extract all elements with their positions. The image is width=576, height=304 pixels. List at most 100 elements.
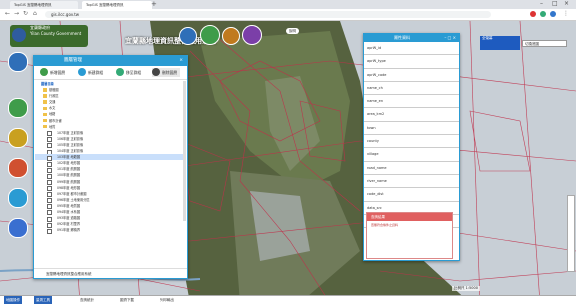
folder-icon	[43, 100, 47, 104]
delete-layer-button[interactable]: 刪除圖層	[152, 68, 181, 77]
attribute-row: road_name	[364, 162, 459, 175]
draw-button[interactable]	[8, 158, 28, 178]
tree-group-label: 行政區	[49, 94, 59, 99]
close-icon[interactable]: ×	[179, 56, 183, 66]
tree-group-label: 地質	[49, 124, 56, 129]
new-group-button[interactable]: 新建群組	[78, 68, 103, 77]
delete-icon	[152, 68, 160, 76]
result-panel: 查詢結果 查無符合條件之資料	[366, 212, 453, 259]
attribute-row: river_name	[364, 175, 459, 189]
layer-label: 102年度 地形圖	[57, 161, 81, 166]
fullscreen-button[interactable]: 全螢幕	[480, 36, 520, 50]
attribute-panel-header: 屬性資料 – □ ×	[364, 34, 459, 42]
plus-icon	[40, 68, 48, 76]
layer-label: 103年度 地籍圖	[57, 155, 81, 160]
locate-button[interactable]	[8, 98, 28, 118]
close-icon[interactable]: – □ ×	[444, 34, 456, 42]
maximize-icon[interactable]: □	[552, 0, 558, 7]
layer-label: 092年度 村里界	[57, 222, 81, 227]
layer-row[interactable]: 091年度 鄉鎮界	[35, 227, 186, 234]
print-button[interactable]	[8, 188, 28, 208]
add-layer-button[interactable]: 新增圖層	[40, 68, 65, 77]
layer-checkbox[interactable]	[47, 228, 52, 234]
layer-tree: 圖層目錄 基礎圖 行政區 交通 水文 地籍 都市計畫 地質 107年度 正射影像 106年度 …	[35, 81, 186, 268]
tree-group-label: 水文	[49, 106, 56, 111]
analysis-button[interactable]	[242, 25, 262, 45]
layer-panel-header: 圖層管理 ×	[34, 56, 187, 66]
layer-label: 099年度 航照圖	[57, 179, 81, 184]
move-icon	[116, 68, 124, 76]
layer-label: 096年度 土地使用分區	[57, 197, 90, 202]
home-icon[interactable]: ⌂	[33, 10, 37, 17]
extension-icon[interactable]	[550, 11, 556, 17]
browser-tab-bar: TopGIS 宜蘭縣地理資訊 TopGIS 宜蘭縣地理資訊 + – □ ×	[0, 0, 576, 9]
attribute-row: name_ch	[364, 82, 459, 96]
result-panel-title: 查詢結果	[367, 213, 452, 221]
scrollbar[interactable]	[183, 81, 186, 221]
layer-panel: 圖層管理 × 新增圖層 新建群組 移至群組 刪除圖層 圖層目錄 基礎圖 行政區 交通…	[33, 55, 188, 279]
add-layer-label: 新增圖層	[50, 70, 66, 75]
layer-panel-title: 圖層管理	[64, 58, 82, 63]
layer-label: 107年度 正射影像	[57, 130, 84, 135]
move-group-button[interactable]: 移至群組	[116, 68, 141, 77]
extension-icon[interactable]	[540, 11, 546, 17]
menu-icon[interactable]: ⋮	[563, 10, 569, 17]
folder-icon	[43, 94, 47, 98]
extension-icon[interactable]	[530, 11, 536, 17]
tree-group-label: 地籍	[49, 112, 56, 117]
attribute-row: aprW_code	[364, 69, 459, 82]
layer-label: 095年度 地質圖	[57, 203, 81, 208]
zoom-slider[interactable]	[567, 195, 575, 272]
measure-button[interactable]	[8, 128, 28, 148]
layer-label: 093年度 道路圖	[57, 216, 81, 221]
folder-icon	[43, 118, 47, 123]
globe-button[interactable]	[8, 218, 28, 238]
layer-label: 100年度 航照圖	[57, 173, 81, 178]
attribute-row: village	[364, 148, 459, 162]
back-icon[interactable]: ←	[5, 10, 10, 17]
layer-label: 091年度 鄉鎮界	[57, 228, 81, 233]
attribute-row: area_km2	[364, 108, 459, 122]
layer-label: 105年度 正射影像	[57, 142, 84, 147]
help-pill[interactable]: 說明	[286, 28, 299, 34]
layer-label: 104年度 正射影像	[57, 149, 84, 154]
layer-label: 101年度 航照圖	[57, 167, 81, 172]
move-group-label: 移至群組	[126, 70, 142, 75]
minimize-icon[interactable]: –	[540, 0, 543, 7]
gov-logo: 宜蘭縣政府 Yilan County Government	[10, 25, 88, 47]
attribute-row: aprW_id	[364, 42, 459, 56]
folder-icon	[43, 106, 47, 111]
seal-icon	[12, 28, 26, 42]
attribute-row: code_dist	[364, 188, 459, 202]
base-map-button[interactable]	[179, 27, 197, 45]
tree-group-label: 基礎圖	[49, 88, 59, 93]
browser-tab-active[interactable]: TopGIS 宜蘭縣地理資訊	[82, 1, 152, 9]
new-group-label: 新建群組	[88, 70, 104, 75]
folder-icon	[43, 88, 47, 92]
tree-group-label: 交通	[49, 100, 56, 105]
url-input[interactable]: gis.ilcc.gov.tw	[45, 11, 491, 18]
layer-label: 094年度 水系圖	[57, 209, 81, 214]
attribute-row: town	[364, 122, 459, 136]
layer-label: 098年度 地形圖	[57, 185, 81, 190]
layer-toolbar: 新增圖層 新建群組 移至群組 刪除圖層	[34, 66, 187, 80]
reload-icon[interactable]: ↻	[23, 10, 28, 17]
folder-icon	[43, 124, 47, 129]
query-button[interactable]	[222, 27, 240, 45]
result-text: 查無符合條件之資料	[371, 223, 399, 227]
close-window-icon[interactable]: ×	[564, 0, 569, 7]
folder-icon	[43, 112, 47, 117]
layer-label: 106年度 正射影像	[57, 136, 84, 141]
layer-panel-footer: 宜蘭縣地理資訊整合應用系統	[34, 268, 187, 278]
address-bar: ← → ↻ ⌂ gis.ilcc.gov.tw ⋮	[0, 9, 576, 21]
layer-button[interactable]	[200, 25, 220, 45]
browser-tab[interactable]: TopGIS 宜蘭縣地理資訊	[10, 1, 78, 9]
new-tab-icon[interactable]: +	[151, 0, 157, 8]
zoom-home-button[interactable]	[8, 52, 28, 72]
layer-label: 097年度 都市計畫圖	[57, 191, 87, 196]
basemap-select[interactable]: 切換底圖	[522, 40, 567, 47]
tree-group-label: 都市計畫	[49, 118, 62, 123]
delete-layer-label: 刪除圖層	[162, 70, 178, 75]
forward-icon[interactable]: →	[14, 10, 19, 17]
attribute-row: county	[364, 135, 459, 149]
